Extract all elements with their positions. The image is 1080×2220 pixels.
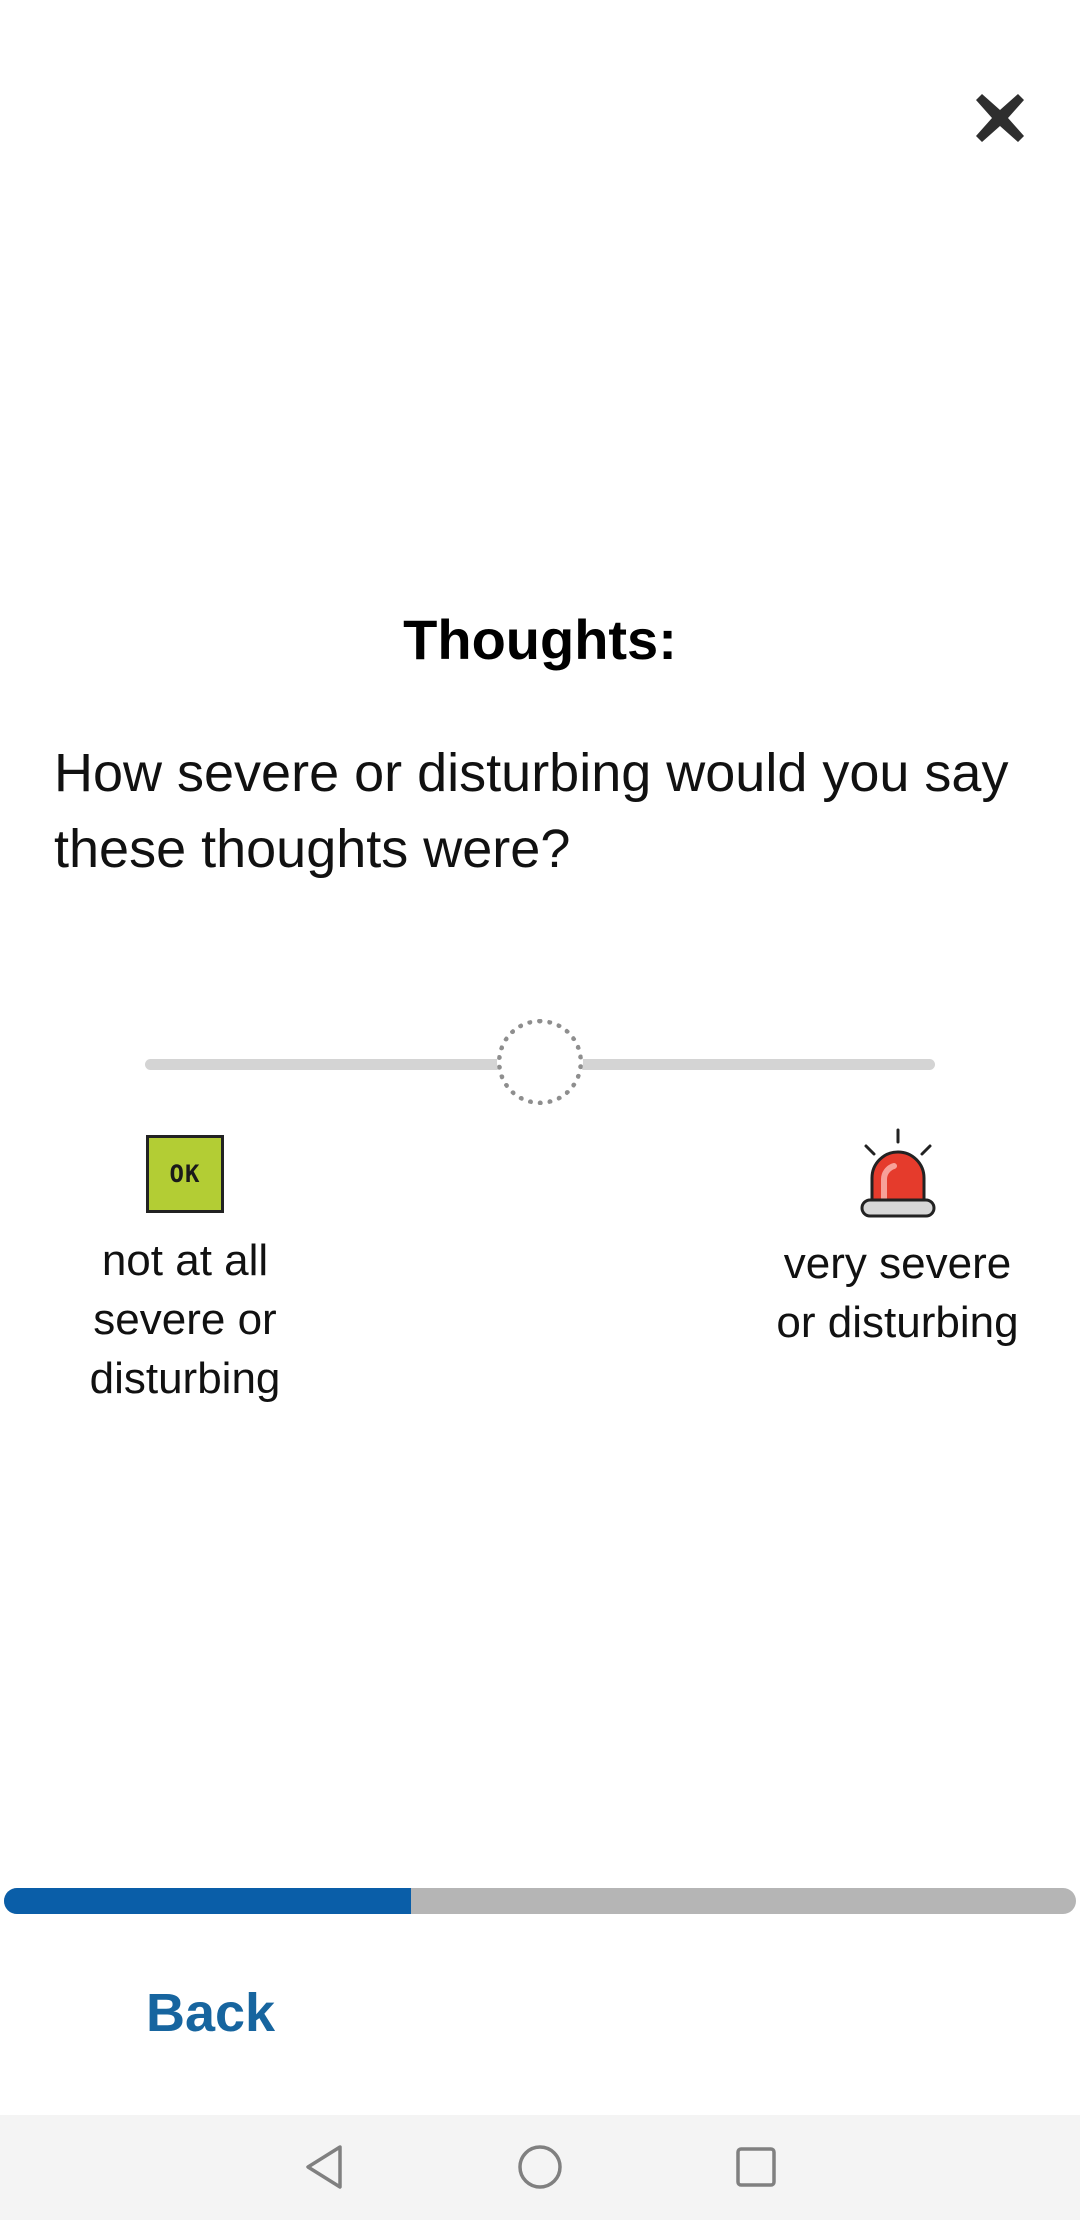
page-title: Thoughts:: [403, 608, 677, 671]
nav-home-button[interactable]: [508, 2135, 572, 2199]
slider-min-label: OK not at all severe or disturbing: [30, 1135, 340, 1408]
close-icon: [976, 94, 1024, 142]
system-nav-bar: [0, 2115, 1080, 2220]
nav-back-button[interactable]: [292, 2135, 356, 2199]
square-recents-icon: [736, 2147, 776, 2187]
close-button[interactable]: [955, 78, 1045, 158]
min-label-line: severe or: [93, 1295, 277, 1344]
ok-icon: OK: [146, 1135, 224, 1213]
progress-bar: [4, 1888, 1076, 1914]
min-label-line: not at all: [101, 1236, 269, 1285]
triangle-back-icon: [306, 2145, 342, 2189]
progress-fill: [4, 1888, 412, 1914]
max-label-line: or disturbing: [776, 1298, 1019, 1347]
circle-home-icon: [518, 2145, 562, 2189]
min-label-line: disturbing: [89, 1354, 281, 1403]
max-label-line: very severe: [783, 1239, 1012, 1288]
severity-slider[interactable]: [140, 1015, 940, 1115]
nav-recents-button[interactable]: [724, 2135, 788, 2199]
question-text: How severe or disturbing would you say t…: [54, 743, 1009, 879]
slider-max-label: very severe or disturbing: [745, 1128, 1050, 1352]
slider-thumb[interactable]: [497, 1019, 583, 1105]
siren-icon: [860, 1128, 935, 1218]
back-button[interactable]: Back: [146, 1978, 275, 2048]
